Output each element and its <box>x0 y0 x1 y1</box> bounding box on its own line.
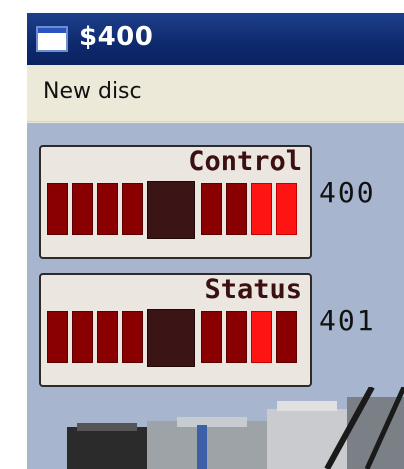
disk-drive-image <box>27 387 404 469</box>
register-bit-led <box>47 183 68 235</box>
register-bit-led <box>201 183 222 235</box>
title-bar[interactable]: $400 <box>27 13 404 65</box>
register-bit-led <box>226 311 247 363</box>
status-register-label: Status <box>204 274 302 305</box>
control-register-label: Control <box>188 146 302 177</box>
app-window: $400 New disc Control 400 Status 401 <box>27 13 404 469</box>
register-bit-led <box>276 183 297 235</box>
register-bit-led <box>97 183 118 235</box>
register-bit-led <box>251 183 272 235</box>
register-slider-knob[interactable] <box>147 309 195 367</box>
control-register-value: 400 <box>319 176 376 209</box>
register-bit-led <box>122 311 143 363</box>
control-register-panel: Control <box>39 145 312 259</box>
register-bit-led <box>97 311 118 363</box>
app-window-icon <box>36 26 68 52</box>
register-bit-led <box>47 311 68 363</box>
menu-item-new-disc[interactable]: New disc <box>43 79 142 104</box>
register-bit-led <box>226 183 247 235</box>
client-area: Control 400 Status 401 <box>27 123 404 469</box>
status-register-value: 401 <box>319 304 376 337</box>
register-slider-knob[interactable] <box>147 181 195 239</box>
register-bit-led <box>72 311 93 363</box>
menu-bar: New disc <box>27 65 404 122</box>
window-title: $400 <box>79 22 154 52</box>
register-bit-led <box>72 183 93 235</box>
register-bit-led <box>122 183 143 235</box>
register-bit-led <box>276 311 297 363</box>
register-bit-led <box>201 311 222 363</box>
status-register-panel: Status <box>39 273 312 387</box>
register-bit-led <box>251 311 272 363</box>
